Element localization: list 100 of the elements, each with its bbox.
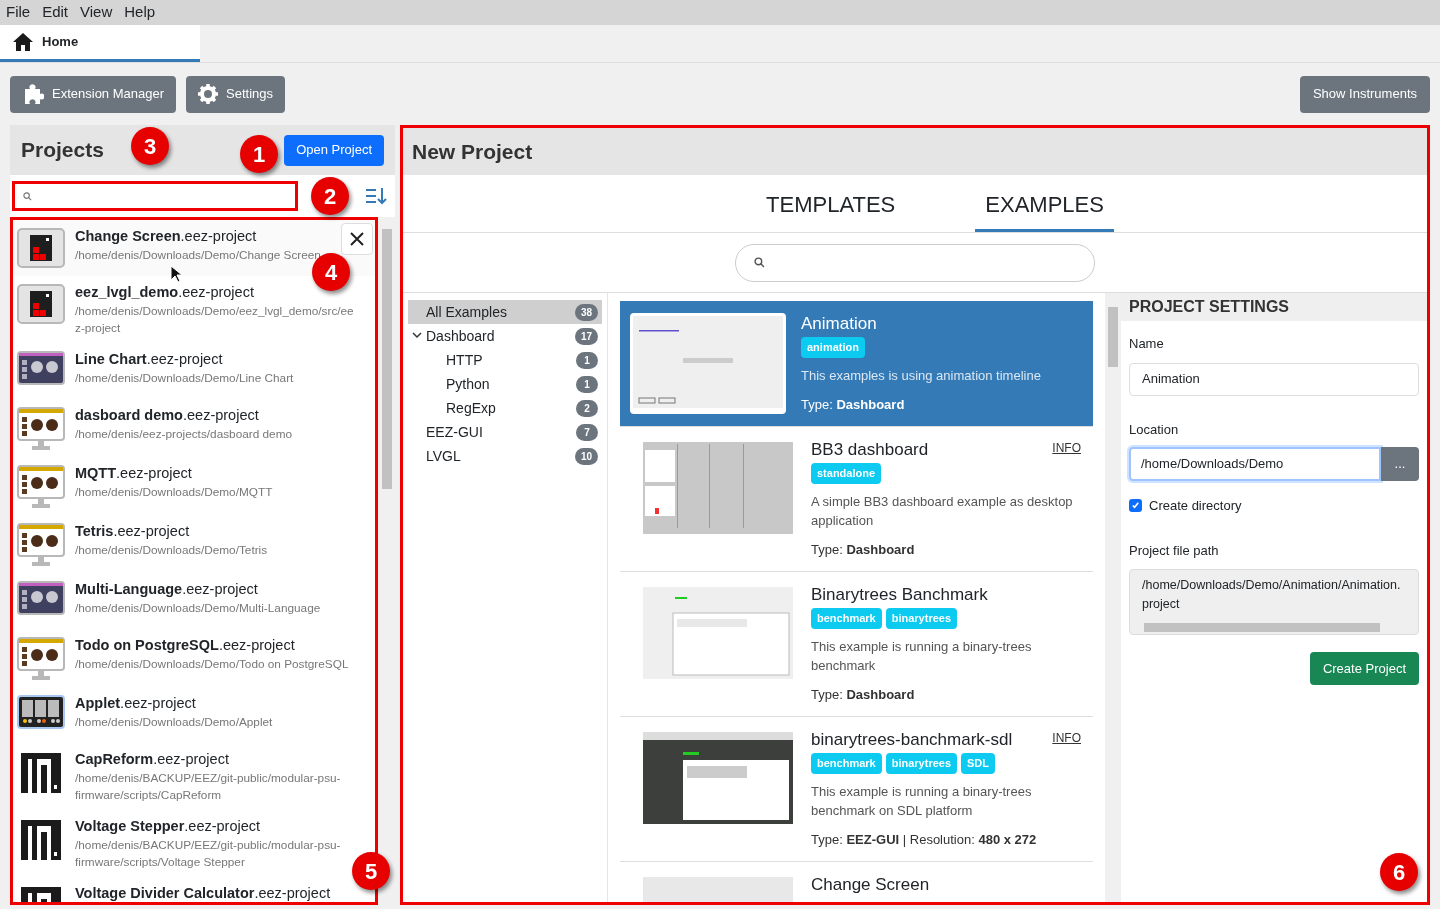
example-card[interactable]: Change Screen	[620, 862, 1093, 902]
example-title: Binarytrees Banchmark	[811, 584, 988, 606]
project-name: Voltage Divider Calculator.eez-project	[75, 884, 331, 902]
project-name: Voltage Stepper.eez-project	[75, 817, 262, 836]
menu-item[interactable]: Edit	[42, 1, 69, 24]
category-item[interactable]: All Examples 38	[408, 300, 602, 324]
info-link[interactable]: INFO	[1052, 439, 1081, 457]
modular-icon	[19, 751, 63, 795]
project-path: /home/denis/BACKUP/EEZ/git-public/modular-psu-firmware/scripts/Voltage Stepper	[75, 837, 342, 871]
project-name: Applet.eez-project	[75, 694, 197, 713]
checkbox-label: Create directory	[1149, 497, 1242, 515]
project-item[interactable]: CapReform.eez-project /home/denis/BACKUP/EEZ/git-public/modular-psu-firmware/scripts/CapReform	[13, 743, 361, 810]
project-item[interactable]: Todo on PostgreSQL.eez-project /home/denis/Downloads/Demo/Todo on PostgreSQL	[13, 629, 353, 687]
project-name: Line Chart.eez-project	[75, 350, 224, 369]
example-title: BB3 dashboard	[811, 439, 929, 461]
category-item[interactable]: RegExp 2	[408, 396, 602, 420]
project-path: /home/denis/Downloads/Demo/Todo on PostgreSQL	[75, 656, 349, 673]
panel-title: Projects	[21, 137, 104, 164]
project-name: Todo on PostgreSQL.eez-project	[75, 636, 296, 655]
checkbox[interactable]	[1129, 499, 1142, 513]
count-badge: 10	[574, 447, 598, 465]
category-item[interactable]: HTTP 1	[408, 348, 602, 372]
close-icon	[349, 231, 365, 247]
category-item[interactable]: LVGL 10	[408, 444, 602, 468]
menu-item[interactable]: View	[80, 1, 113, 24]
example-description: This example is running a binary-trees benchmark	[811, 637, 1033, 675]
project-path: /home/denis/Downloads/Demo/Applet	[75, 714, 273, 731]
category-item[interactable]: EEZ-GUI 7	[408, 420, 602, 444]
project-path: /home/denis/BACKUP/EEZ/git-public/modular-psu-firmware/scripts/CapReform	[75, 770, 342, 804]
category-label: Python	[446, 374, 490, 394]
home-tab[interactable]: Home	[0, 25, 200, 62]
sort-icon[interactable]	[365, 187, 387, 205]
example-description: This examples is using animation timeline	[801, 366, 1042, 385]
browse-button[interactable]: ...	[1381, 447, 1419, 481]
example-card[interactable]: Animation animation This examples is using animation timeline Type: Dashboard	[620, 301, 1093, 427]
category-label: Dashboard	[426, 326, 495, 346]
search-field[interactable]	[12, 181, 298, 211]
close-button[interactable]	[341, 223, 373, 255]
example-card[interactable]: binarytrees-banchmark-sdl INFO benchmark binarytrees SDL This example is running a binary-trees benchmark on SDL platform Type: EEZ-GUI | Resolution: 480 x 272	[620, 717, 1093, 862]
path-text: project	[1141, 596, 1181, 613]
tag: benchmark	[811, 753, 882, 774]
tag: SDL	[961, 753, 995, 774]
project-path: /home/denis/Downloads/Demo/Line Chart	[75, 370, 294, 387]
location-field[interactable]: /home/Downloads/Demo	[1129, 447, 1381, 481]
project-item[interactable]: Applet.eez-project /home/denis/Downloads/Demo/Applet	[13, 687, 277, 743]
project-name: MQTT.eez-project	[75, 464, 193, 483]
category-item[interactable]: Python 1	[408, 372, 602, 396]
category-label: HTTP	[446, 350, 483, 370]
example-description: A simple BB3 dashboard example as desktop application	[811, 492, 1074, 530]
name-field[interactable]: Animation	[1129, 362, 1419, 396]
app-icon	[17, 228, 65, 268]
section-tab[interactable]: TEMPLATES	[756, 188, 906, 232]
example-card[interactable]: Binarytrees Banchmark benchmark binarytrees This example is running a binary-trees benchmark Type: Dashboard	[620, 572, 1093, 717]
settings-icon	[198, 84, 218, 104]
category-label: All Examples	[426, 302, 507, 322]
open-project-button[interactable]: Open Project	[284, 134, 384, 166]
app-icon	[17, 351, 65, 385]
project-item[interactable]: MQTT.eez-project /home/denis/Downloads/Demo/MQTT	[13, 457, 277, 515]
field-label: Project file path	[1129, 541, 1220, 560]
monitor-icon	[17, 465, 65, 509]
tag: benchmark	[811, 608, 882, 629]
info-link[interactable]: INFO	[1052, 729, 1081, 747]
chevron-down-icon	[412, 332, 422, 340]
category-label: LVGL	[426, 446, 461, 466]
create-project-button[interactable]: Create Project	[1309, 652, 1419, 685]
monitor-icon	[17, 407, 65, 451]
project-name: Change Screen.eez-project	[75, 227, 258, 246]
tag: binarytrees	[885, 753, 957, 774]
project-item[interactable]: dasboard demo.eez-project /home/denis/eez-projects/dasboard demo	[13, 399, 297, 457]
tag: standalone	[811, 463, 882, 484]
example-title: Change Screen	[811, 874, 930, 896]
settings-button[interactable]: Settings	[186, 75, 285, 113]
example-type: Type: Dashboard	[801, 395, 906, 414]
app-icon	[17, 581, 65, 615]
category-item[interactable]: Dashboard 17	[408, 324, 602, 348]
tag: binarytrees	[885, 608, 957, 629]
app-icon	[17, 284, 65, 324]
field-label: Name	[1129, 335, 1165, 353]
extension-manager-button[interactable]: Extension Manager	[10, 75, 176, 113]
check-icon	[1131, 501, 1140, 511]
example-card[interactable]: BB3 dashboard INFO standalone A simple BB3 dashboard example as desktop application Type: Dashboard	[620, 427, 1093, 572]
path-text: /home/Downloads/Demo/Animation/Animation.	[1141, 577, 1402, 594]
project-name: CapReform.eez-project	[75, 750, 230, 769]
search-icon	[754, 257, 765, 268]
project-item[interactable]: Multi-Language.eez-project /home/denis/Downloads/Demo/Multi-Language	[13, 573, 325, 629]
menu-item[interactable]: Help	[124, 1, 156, 24]
project-item[interactable]: Voltage Divider Calculator.eez-project	[13, 877, 335, 902]
show-instruments-button[interactable]: Show Instruments	[1299, 75, 1430, 113]
example-type: Type: Dashboard	[811, 540, 916, 559]
section-tab[interactable]: EXAMPLES	[975, 188, 1114, 232]
project-name: Tetris.eez-project	[75, 522, 191, 541]
project-item[interactable]: Tetris.eez-project /home/denis/Downloads/Demo/Tetris	[13, 515, 272, 573]
category-label: RegExp	[446, 398, 496, 418]
project-item[interactable]: Line Chart.eez-project /home/denis/Downloads/Demo/Line Chart	[13, 343, 298, 399]
count-badge: 1	[576, 375, 598, 393]
mouse-pointer-icon	[170, 265, 182, 283]
applet-icon	[17, 695, 65, 729]
example-type: Type: EEZ-GUI | Resolution: 480 x 272	[811, 830, 1038, 849]
count-badge: 7	[576, 423, 598, 441]
menu-item[interactable]: File	[6, 1, 31, 24]
